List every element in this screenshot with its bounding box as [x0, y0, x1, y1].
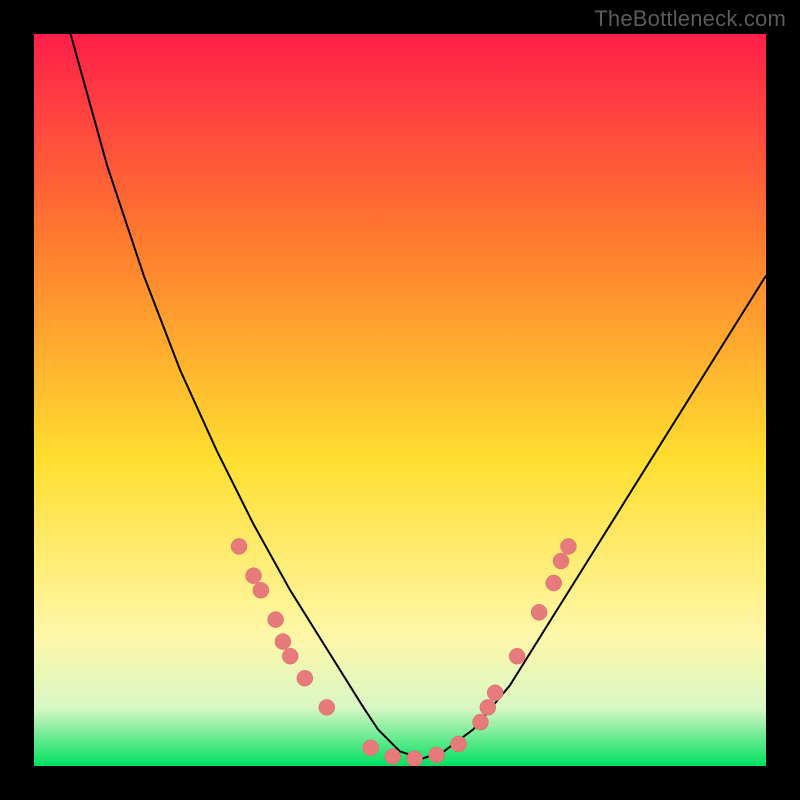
data-point-p3 [253, 582, 269, 598]
data-point-p20 [553, 553, 569, 569]
watermark-text: TheBottleneck.com [594, 6, 786, 32]
data-point-p18 [531, 604, 547, 620]
data-point-p2 [246, 568, 262, 584]
data-point-p17 [509, 648, 525, 664]
chart-stage: TheBottleneck.com [0, 0, 800, 800]
data-point-p11 [407, 751, 423, 766]
data-point-p15 [480, 699, 496, 715]
data-point-p16 [487, 685, 503, 701]
data-point-p21 [560, 538, 576, 554]
data-point-p8 [319, 699, 335, 715]
data-point-p14 [473, 714, 489, 730]
data-point-p6 [282, 648, 298, 664]
data-point-p1 [231, 538, 247, 554]
data-point-p12 [429, 747, 445, 763]
plot-area [34, 34, 766, 766]
gradient-background [34, 34, 766, 766]
data-point-p9 [363, 740, 379, 756]
data-point-p5 [275, 634, 291, 650]
data-point-p13 [451, 736, 467, 752]
data-point-p10 [385, 749, 401, 765]
data-point-p19 [546, 575, 562, 591]
data-point-p7 [297, 670, 313, 686]
data-point-p4 [268, 612, 284, 628]
plot-svg [34, 34, 766, 766]
